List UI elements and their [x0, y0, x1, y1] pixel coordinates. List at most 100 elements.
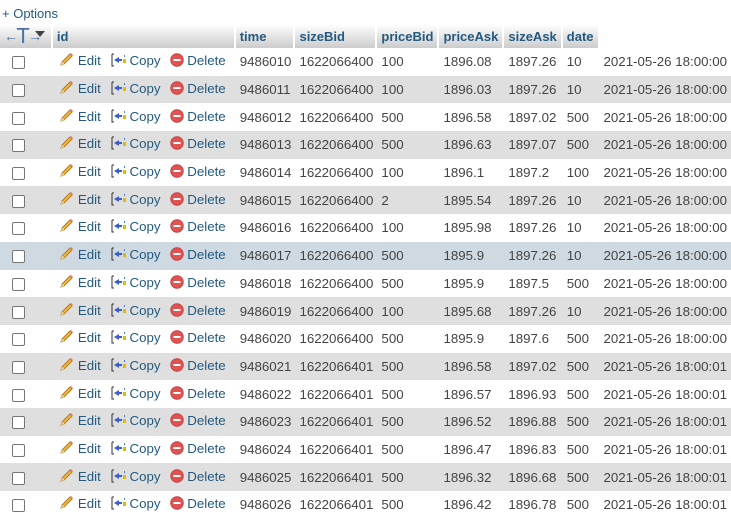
copy-link[interactable]: Copy [111, 109, 161, 124]
row-checkbox[interactable] [12, 250, 25, 264]
column-header-time[interactable]: time [235, 24, 296, 48]
delete-link[interactable]: Delete [170, 81, 226, 96]
copy-link[interactable]: Copy [111, 413, 161, 428]
row-checkbox[interactable] [12, 194, 25, 208]
row-checkbox[interactable] [12, 416, 25, 430]
delete-link[interactable]: Delete [170, 164, 226, 179]
column-header-date[interactable]: date [562, 24, 600, 48]
copy-link[interactable]: Copy [111, 303, 161, 318]
pencil-icon [59, 108, 75, 126]
row-checkbox[interactable] [12, 167, 25, 181]
delete-circle-icon [170, 330, 184, 347]
column-header-sizebid[interactable]: sizeBid [295, 24, 378, 48]
edit-link[interactable]: Edit [59, 81, 101, 96]
delete-link[interactable]: Delete [170, 440, 226, 456]
delete-link[interactable]: Delete [170, 469, 226, 484]
delete-link[interactable]: Delete [170, 330, 226, 347]
pencil-icon [59, 357, 75, 375]
delete-link[interactable]: Delete [170, 247, 226, 262]
edit-link[interactable]: Edit [59, 385, 101, 403]
edit-link[interactable]: Edit [59, 330, 101, 345]
edit-label: Edit [77, 302, 101, 318]
row-select-cell [0, 103, 53, 132]
cell-priceask: 1897.02 [504, 352, 563, 381]
row-checkbox[interactable] [12, 277, 25, 291]
dropdown-triangle-icon[interactable] [34, 31, 45, 37]
delete-link[interactable]: Delete [170, 192, 226, 207]
row-checkbox[interactable] [12, 388, 25, 402]
pencil-icon [59, 302, 75, 320]
row-checkbox[interactable] [12, 84, 25, 98]
edit-link[interactable]: Edit [59, 247, 101, 262]
copy-link[interactable]: Copy [111, 219, 161, 234]
copy-link[interactable]: Copy [111, 330, 161, 345]
delete-link[interactable]: Delete [170, 413, 226, 428]
edit-link[interactable]: Edit [59, 164, 101, 179]
copy-link[interactable]: Copy [111, 386, 161, 401]
row-select-cell [0, 435, 53, 464]
delete-link[interactable]: Delete [170, 109, 226, 124]
edit-link[interactable]: Edit [59, 468, 101, 484]
edit-link[interactable]: Edit [59, 413, 101, 428]
column-header-pricebid[interactable]: priceBid [377, 24, 440, 48]
delete-link[interactable]: Delete [170, 357, 226, 373]
column-header-sizeask[interactable]: sizeAsk [504, 24, 563, 48]
row-checkbox[interactable] [12, 56, 25, 70]
row-checkbox[interactable] [12, 139, 25, 153]
edit-link[interactable]: Edit [59, 219, 101, 234]
copy-link[interactable]: Copy [111, 81, 161, 96]
copy-link[interactable]: Copy [111, 136, 161, 151]
row-checkbox[interactable] [12, 222, 25, 236]
delete-label: Delete [187, 440, 226, 456]
delete-link[interactable]: Delete [170, 53, 226, 68]
row-checkbox[interactable] [12, 443, 25, 457]
row-select-cell [0, 352, 53, 381]
edit-link[interactable]: Edit [59, 136, 101, 151]
copy-insert-icon [111, 303, 127, 320]
copy-label: Copy [129, 357, 161, 373]
copy-link[interactable]: Copy [111, 53, 161, 68]
row-checkbox[interactable] [12, 471, 25, 485]
delete-label: Delete [187, 330, 226, 346]
row-checkbox[interactable] [12, 333, 25, 347]
delete-link[interactable]: Delete [170, 275, 226, 290]
edit-link[interactable]: Edit [59, 191, 101, 207]
cell-priceask: 1897.07 [504, 131, 563, 159]
row-checkbox[interactable] [12, 111, 25, 125]
edit-link[interactable]: Edit [59, 357, 101, 375]
delete-link[interactable]: Delete [170, 496, 226, 511]
pencil-icon [59, 136, 75, 153]
copy-link[interactable]: Copy [111, 496, 161, 511]
options-link[interactable]: + Options [2, 6, 58, 21]
delete-link[interactable]: Delete [170, 136, 226, 151]
cell-priceask: 1897.26 [504, 297, 563, 325]
edit-link[interactable]: Edit [59, 496, 101, 511]
copy-link[interactable]: Copy [111, 192, 161, 207]
edit-link[interactable]: Edit [59, 53, 101, 68]
edit-link[interactable]: Edit [59, 440, 101, 456]
edit-label: Edit [77, 191, 101, 207]
edit-link[interactable]: Edit [59, 274, 101, 290]
edit-label: Edit [77, 136, 101, 152]
delete-label: Delete [187, 357, 226, 373]
delete-link[interactable]: Delete [170, 386, 226, 401]
cell-sizebid: 500 [377, 269, 440, 298]
row-actions-cell: Edit Copy Delete [52, 241, 236, 270]
column-header-priceask[interactable]: priceAsk [439, 24, 505, 48]
cell-sizeask: 100 [562, 158, 600, 187]
delete-link[interactable]: Delete [170, 219, 226, 234]
edit-link[interactable]: Edit [59, 108, 101, 126]
copy-link[interactable]: Copy [111, 441, 161, 456]
pencil-icon [59, 385, 75, 403]
copy-link[interactable]: Copy [111, 358, 161, 373]
cell-date: 2021-05-26 18:00:00 [599, 269, 731, 298]
row-checkbox[interactable] [12, 305, 25, 319]
copy-link[interactable]: Copy [111, 469, 161, 484]
delete-link[interactable]: Delete [170, 303, 226, 318]
edit-link[interactable]: Edit [59, 302, 101, 320]
copy-link[interactable]: Copy [111, 164, 161, 179]
copy-link[interactable]: Copy [111, 247, 161, 262]
row-checkbox[interactable] [12, 360, 25, 374]
column-header-id[interactable]: id [52, 24, 236, 48]
copy-link[interactable]: Copy [111, 275, 161, 290]
